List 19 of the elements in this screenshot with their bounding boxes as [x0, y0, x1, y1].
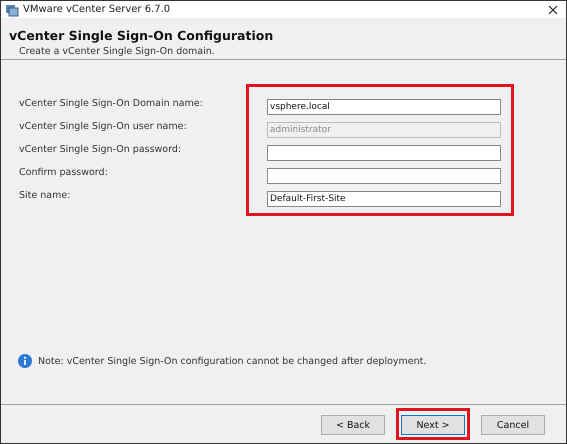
note-text: Note: vCenter Single Sign-On configuration cannot be changed after deployment.: [38, 356, 426, 366]
field-label: vCenter Single Sign-On user name:: [19, 120, 188, 134]
window-title: VMware vCenter Server 6.7.0: [23, 4, 172, 15]
app-icon: [5, 2, 19, 16]
field-label: Confirm password:: [19, 166, 109, 180]
info-icon: [18, 354, 32, 368]
close-icon: [548, 4, 558, 14]
wizard-button[interactable]: Next >: [401, 415, 465, 436]
field-label: vCenter Single Sign-On password:: [19, 143, 182, 157]
wizard-button[interactable]: < Back: [321, 415, 385, 436]
page-subtitle: Create a vCenter Single Sign-On domain.: [18, 46, 216, 57]
field-label: vCenter Single Sign-On Domain name:: [19, 97, 204, 111]
field-label: Site name:: [19, 189, 72, 203]
input-field[interactable]: vsphere.local: [267, 99, 501, 115]
input-field[interactable]: Default-First-Site: [267, 191, 501, 207]
page-title: vCenter Single Sign-On Configuration: [9, 28, 274, 43]
input-field[interactable]: [267, 168, 501, 184]
input-field[interactable]: [267, 145, 501, 161]
wizard-button[interactable]: Cancel: [481, 415, 545, 436]
